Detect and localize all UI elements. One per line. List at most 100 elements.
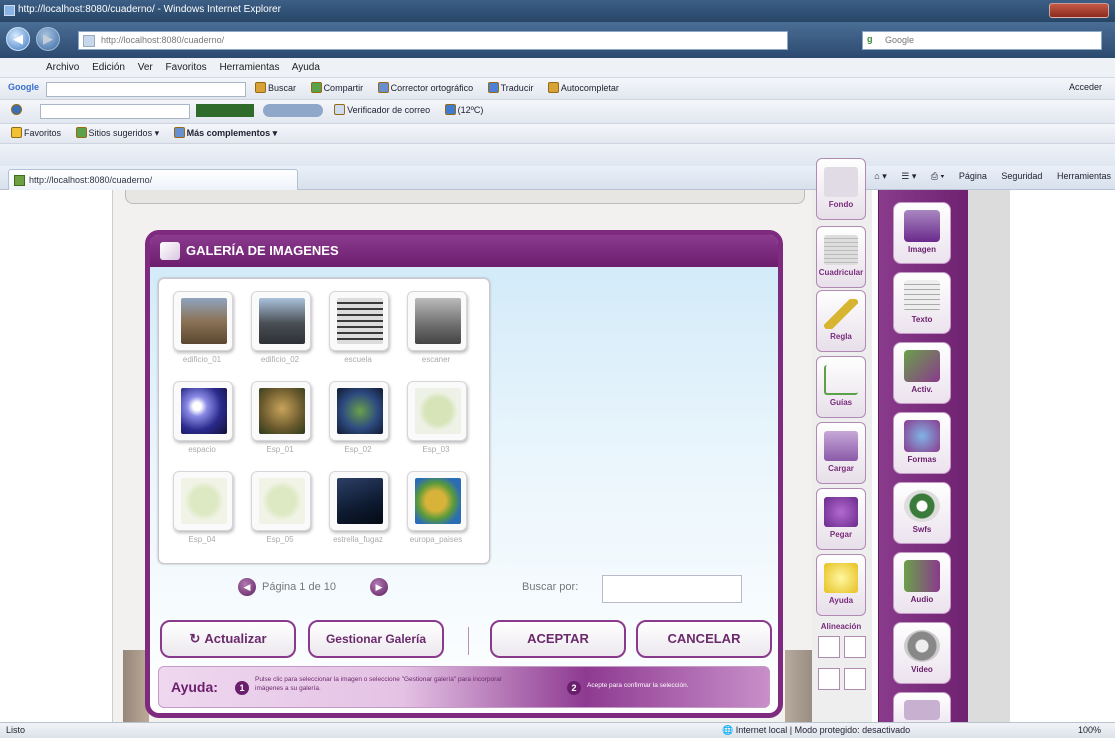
- addon-toolbar-field[interactable]: [39, 104, 190, 119]
- tool-video[interactable]: Video: [893, 622, 951, 684]
- thumbnail-caption: Esp_02: [344, 445, 372, 454]
- thumbnail[interactable]: Esp_04: [169, 471, 235, 551]
- activity-icon: [904, 350, 940, 382]
- toolbar-autocompletar[interactable]: Autocompletar: [545, 82, 622, 93]
- tool-activ[interactable]: Activ.: [893, 342, 951, 404]
- prev-page-icon[interactable]: ◀: [238, 578, 256, 596]
- menu-favoritos[interactable]: Favoritos: [166, 62, 207, 73]
- back-icon[interactable]: ◀: [6, 27, 30, 51]
- cancel-button[interactable]: CANCELAR: [636, 620, 772, 658]
- menu-edicion[interactable]: Edición: [92, 62, 125, 73]
- favorites-button[interactable]: Favoritos: [8, 127, 64, 138]
- forward-icon[interactable]: ▶: [36, 27, 60, 51]
- accept-button[interactable]: ACEPTAR: [490, 620, 626, 658]
- pager-text: Página 1 de 10: [262, 581, 337, 593]
- tool-texto[interactable]: Texto: [893, 272, 951, 334]
- window-title: http://localhost:8080/cuaderno/ - Window…: [18, 4, 281, 15]
- tool-pegar[interactable]: Pegar: [816, 488, 866, 550]
- thumbnail-image: [259, 388, 305, 434]
- status-text: Listo: [6, 725, 26, 735]
- thumbnail-caption: edificio_02: [260, 355, 300, 364]
- tool-fondo[interactable]: Fondo: [816, 158, 866, 220]
- suggested-sites[interactable]: Sitios sugeridos ▾: [73, 127, 163, 139]
- background-icon: [824, 167, 858, 197]
- more-tool-icon: [904, 700, 940, 720]
- feeds-icon[interactable]: ☰ ▾: [901, 171, 916, 181]
- menu-ver[interactable]: Ver: [138, 62, 153, 73]
- zoom-level[interactable]: 100%: [1078, 725, 1101, 735]
- thumbnail[interactable]: Esp_02: [325, 381, 391, 461]
- thumbnail-image: [181, 478, 227, 524]
- align-top-right-icon[interactable]: [844, 636, 866, 658]
- tool-ayuda[interactable]: Ayuda: [816, 554, 866, 616]
- toolbar-weather[interactable]: (12ºC): [442, 104, 487, 115]
- toolbar-radio-widget[interactable]: [262, 104, 323, 117]
- cmd-herramientas[interactable]: Herramientas: [1057, 171, 1111, 181]
- home-icon[interactable]: ⌂ ▾: [874, 171, 886, 181]
- thumbnail[interactable]: edificio_02: [247, 291, 313, 371]
- window-controls[interactable]: [1049, 3, 1109, 18]
- tool-audio[interactable]: Audio: [893, 552, 951, 614]
- toolbar-traducir[interactable]: Traducir: [485, 82, 537, 93]
- button-separator: [468, 627, 469, 655]
- thumbnail[interactable]: espacio: [169, 381, 235, 461]
- toolbar-corrector[interactable]: Corrector ortográfico: [375, 82, 477, 93]
- menu-herramientas[interactable]: Herramientas: [219, 62, 279, 73]
- thumbnail-frame: [251, 291, 311, 351]
- align-bottom-left-icon[interactable]: [818, 668, 840, 690]
- toolbar-compartir[interactable]: Compartir: [308, 82, 367, 93]
- more-addons[interactable]: Más complementos ▾: [171, 127, 281, 139]
- menu-archivo[interactable]: Archivo: [46, 62, 79, 73]
- refresh-label: Actualizar: [204, 631, 267, 646]
- thumbnail[interactable]: Esp_05: [247, 471, 313, 551]
- menu-ayuda[interactable]: Ayuda: [292, 62, 320, 73]
- toolbar-green-button[interactable]: [196, 104, 255, 117]
- command-bar: ⌂ ▾ ☰ ▾ ⎙ ▾ Página Seguridad Herramienta…: [862, 171, 1111, 182]
- thumbnail[interactable]: escuela: [325, 291, 391, 371]
- navigation-bar: ◀ ▶ http://localhost:8080/cuaderno/ g Go…: [0, 22, 1115, 58]
- favorites-bar: Favoritos Sitios sugeridos ▾ Más complem…: [0, 124, 1115, 144]
- security-zone[interactable]: 🌐 Internet local | Modo protegido: desac…: [722, 725, 910, 736]
- gallery-search-input[interactable]: [602, 575, 742, 603]
- toolbar-acceder[interactable]: Acceder: [1066, 82, 1105, 92]
- thumbnail-image: [337, 388, 383, 434]
- thumbnail[interactable]: escaner: [403, 291, 469, 371]
- google-toolbar-field[interactable]: [45, 82, 246, 97]
- tool-guias[interactable]: Guías: [816, 356, 866, 418]
- cmd-pagina[interactable]: Página: [959, 171, 987, 181]
- toolbar-buscar[interactable]: Buscar: [252, 82, 299, 93]
- tool-cuadricular[interactable]: Cuadricular: [816, 226, 866, 288]
- help-step1-text: Pulse clic para seleccionar la imagen o …: [255, 676, 503, 692]
- thumbnail[interactable]: europa_paises: [403, 471, 469, 551]
- tab-current[interactable]: http://localhost:8080/cuaderno/: [8, 169, 298, 190]
- thumbnail-caption: Esp_05: [266, 535, 294, 544]
- image-gallery-dialog: GALERÍA DE IMAGENES edificio_01 edificio…: [145, 230, 783, 718]
- thumbnail[interactable]: edificio_01: [169, 291, 235, 371]
- thumbnail-caption: Esp_01: [266, 445, 294, 454]
- thumbnail-frame: [173, 471, 233, 531]
- search-box[interactable]: g Google: [862, 31, 1102, 50]
- thumbnail[interactable]: Esp_01: [247, 381, 313, 461]
- toolbar-mail[interactable]: Verificador de correo: [331, 104, 433, 115]
- tool-regla[interactable]: Regla: [816, 290, 866, 352]
- thumbnail[interactable]: estrella_fugaz: [325, 471, 391, 551]
- thumbnail-image: [181, 298, 227, 344]
- tool-formas[interactable]: Formas: [893, 412, 951, 474]
- tool-cargar[interactable]: Cargar: [816, 422, 866, 484]
- address-bar[interactable]: http://localhost:8080/cuaderno/: [78, 31, 788, 50]
- tool-swfs[interactable]: Swfs: [893, 482, 951, 544]
- thumbnail-frame: [329, 291, 389, 351]
- ie-icon: [4, 5, 15, 16]
- manage-gallery-button[interactable]: Gestionar Galería: [308, 620, 444, 658]
- thumbnail[interactable]: Esp_03: [403, 381, 469, 461]
- cmd-seguridad[interactable]: Seguridad: [1001, 171, 1042, 181]
- tool-imagen[interactable]: Imagen: [893, 202, 951, 264]
- print-icon[interactable]: ⎙ ▾: [931, 171, 944, 181]
- align-top-left-icon[interactable]: [818, 636, 840, 658]
- toolbar-ie-icon[interactable]: [8, 104, 27, 115]
- refresh-button[interactable]: ↻ Actualizar: [160, 620, 296, 658]
- help-bar: Ayuda: 1 Pulse clic para seleccionar la …: [158, 666, 770, 708]
- align-bottom-right-icon[interactable]: [844, 668, 866, 690]
- right-margin-strip: [968, 190, 1010, 722]
- next-page-icon[interactable]: ▶: [370, 578, 388, 596]
